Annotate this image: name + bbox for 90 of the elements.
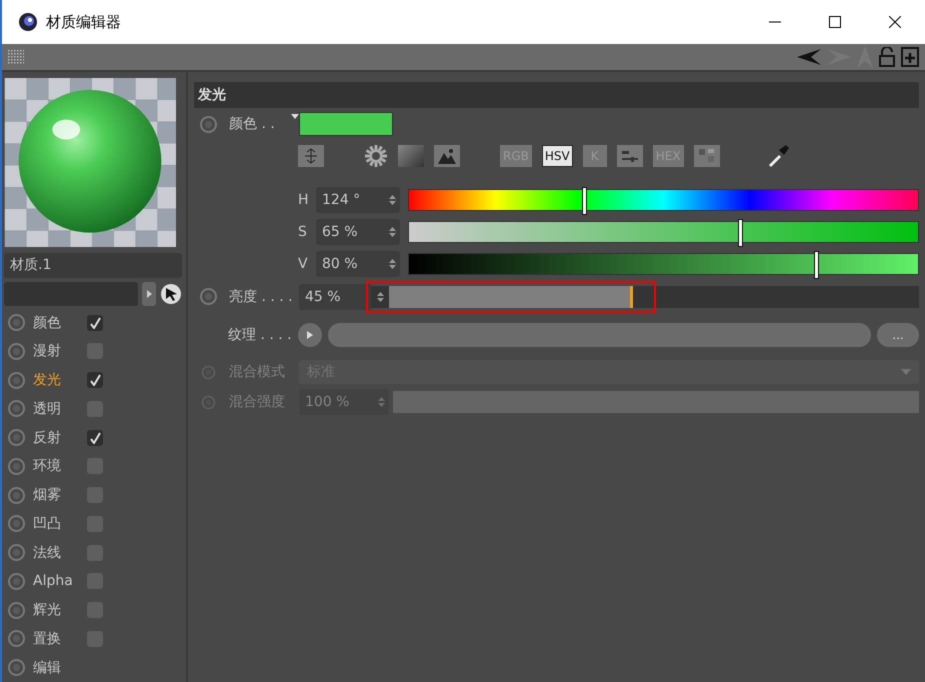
channel-label: 辉光 (33, 601, 62, 620)
color-wheel-icon[interactable] (364, 144, 388, 168)
channel-item[interactable]: 法线 (4, 538, 182, 568)
channel-letter: H (298, 192, 310, 208)
number-field[interactable]: 65 % (316, 219, 400, 245)
spinner-icon[interactable] (376, 290, 384, 302)
animation-key-button[interactable] (8, 659, 25, 676)
number-field[interactable]: 80 % (316, 251, 400, 277)
channel-label: 漫射 (33, 342, 62, 360)
animation-key-button[interactable] (8, 372, 25, 389)
arrow-button[interactable] (142, 282, 156, 306)
animation-key-button[interactable] (8, 602, 25, 619)
channel-item[interactable]: 漫射 (4, 337, 182, 366)
channel-item[interactable]: 辉光 (4, 596, 182, 625)
channel-label: 编辑 (33, 658, 62, 677)
channel-label: 颜色 (33, 314, 62, 332)
dropdown-caret-icon[interactable] (291, 114, 299, 119)
spinner-icon[interactable] (389, 226, 396, 238)
number-field[interactable]: 124 ° (316, 187, 400, 213)
app-logo-icon (18, 12, 38, 32)
channel-label: 透明 (33, 400, 62, 418)
checkbox[interactable] (87, 372, 103, 388)
color-swatch[interactable] (299, 112, 393, 136)
channel-label: 反射 (33, 428, 62, 447)
image-icon[interactable] (434, 145, 460, 167)
texture-label: 纹理 . . . . (228, 326, 293, 344)
checkbox[interactable] (87, 430, 103, 446)
animation-key-button[interactable] (8, 572, 25, 590)
play-button[interactable] (298, 323, 322, 347)
grip-icon[interactable] (8, 50, 24, 64)
close-icon (889, 16, 901, 28)
channel-item[interactable]: 透明 (4, 394, 182, 424)
brightness-label: 亮度 . . . . (229, 288, 294, 306)
spinner-icon[interactable] (389, 258, 396, 270)
blend-mode-label: 混合模式 (229, 363, 286, 381)
animation-key-button[interactable] (8, 544, 25, 562)
channel-item[interactable]: 颜色 (4, 308, 182, 338)
animation-key-button[interactable] (8, 515, 25, 532)
spinner-icon[interactable] (389, 194, 396, 206)
gradient-icon[interactable] (398, 145, 424, 167)
channel-label: 凹凸 (33, 514, 62, 533)
channel-label: 发光 (33, 371, 62, 390)
animation-key-button[interactable] (8, 486, 25, 504)
number-field[interactable]: 45 % (299, 284, 371, 310)
swatches-icon[interactable] (694, 145, 720, 167)
dropdown-arrow-icon (901, 369, 911, 375)
channel-letter: S (298, 224, 308, 240)
pointer-icon[interactable] (160, 283, 182, 306)
animation-key-button[interactable] (8, 458, 25, 475)
channel-item[interactable]: 环境 (4, 452, 182, 481)
channel-letter: V (298, 256, 309, 272)
animation-key-button[interactable] (200, 116, 217, 132)
lock-icon[interactable] (879, 47, 895, 67)
brightness-slider[interactable] (389, 286, 919, 308)
channel-item[interactable]: 置换 (4, 624, 182, 654)
animation-key-button[interactable] (8, 630, 25, 648)
channel-item[interactable]: 编辑 (4, 653, 182, 682)
material-name-field[interactable]: 材质.1 (4, 252, 182, 278)
play-icon (146, 290, 152, 298)
mixer-icon[interactable] (616, 145, 643, 167)
channel-item[interactable]: 凹凸 (4, 510, 182, 538)
window-title: 材质编辑器 (46, 12, 122, 32)
channel-item[interactable]: Alpha (4, 567, 182, 596)
back-arrow-icon[interactable] (797, 49, 821, 65)
channel-item[interactable]: 反射 (4, 423, 182, 452)
channel-label: 法线 (33, 544, 62, 562)
animation-key-button[interactable] (200, 288, 217, 305)
animation-key-button[interactable] (8, 429, 25, 446)
maximize-icon (829, 16, 841, 28)
section-header: 发光 (194, 82, 919, 108)
new-window-icon[interactable] (901, 47, 919, 67)
channel-item[interactable]: 发光 (4, 366, 182, 395)
browse-button[interactable]: ... (877, 323, 919, 347)
play-icon (307, 331, 313, 339)
color-mode-tab[interactable]: HSV (542, 145, 573, 167)
slider-thumb[interactable] (814, 251, 820, 279)
channel-label: 环境 (33, 457, 62, 476)
channel-label: 置换 (33, 630, 62, 648)
animation-key-button[interactable] (8, 400, 25, 418)
blend-strength-label: 混合强度 (229, 393, 286, 411)
slider-thumb[interactable] (738, 219, 743, 247)
animation-key-button[interactable] (8, 342, 25, 360)
channel-label: Alpha (33, 573, 74, 590)
slider-thumb[interactable] (582, 187, 588, 215)
animation-key-button[interactable] (8, 314, 25, 332)
checkbox[interactable] (87, 314, 103, 331)
color-label: 颜色 . . (229, 115, 276, 133)
channel-item[interactable]: 烟雾 (4, 480, 182, 510)
texture-field[interactable] (328, 323, 871, 347)
channel-label: 烟雾 (33, 486, 62, 504)
